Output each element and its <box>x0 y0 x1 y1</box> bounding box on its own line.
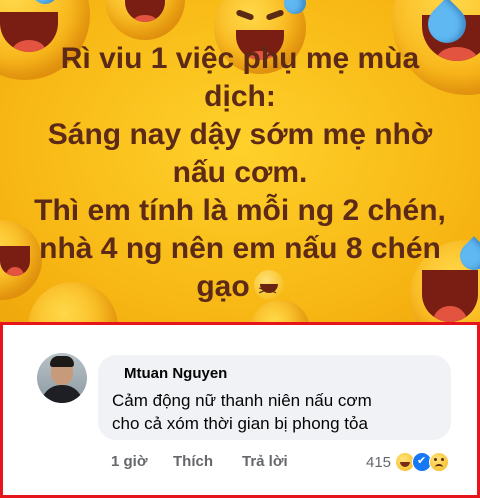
caption-line: dịch: <box>204 80 276 113</box>
comment-text-line: cho cả xóm thời gian bị phong tỏa <box>112 414 368 433</box>
reaction-summary[interactable]: 415 <box>366 451 450 473</box>
caption-line: nhà 4 ng nên em nấu 8 chén <box>39 232 441 265</box>
caption-last-line: gạo <box>30 268 450 310</box>
comment-highlight-frame: Mtuan Nguyen Cảm động nữ thanh niên nấu … <box>0 322 480 498</box>
caption-line: Sáng nay dậy sớm mẹ nhờ <box>47 118 433 151</box>
comment-text: Cảm động nữ thanh niên nấu cơm cho cả xó… <box>112 389 442 435</box>
avatar[interactable] <box>37 353 87 403</box>
caption-line: gạo <box>196 270 250 303</box>
caption-line: Rì viu 1 việc phụ mẹ mùa <box>60 42 420 75</box>
reaction-count: 415 <box>366 453 392 471</box>
comment-timestamp[interactable]: 1 giờ <box>111 453 148 470</box>
laughing-face-icon <box>253 270 284 310</box>
caption-line: Thì em tính là mỗi ng 2 chén, <box>34 194 446 227</box>
reply-button[interactable]: Trả lời <box>242 453 288 470</box>
laughing-emoji-top-center-icon <box>105 0 185 40</box>
sad-reaction-icon <box>429 452 450 472</box>
comment-bubble[interactable]: Mtuan Nguyen Cảm động nữ thanh niên nấu … <box>98 355 451 440</box>
post-image[interactable]: Rì viu 1 việc phụ mẹ mùa dịch: Sáng nay … <box>0 0 480 322</box>
comment-text-line: Cảm động nữ thanh niên nấu cơm <box>112 391 372 410</box>
like-button[interactable]: Thích <box>173 453 213 470</box>
post-caption: Rì viu 1 việc phụ mẹ mùa dịch: Sáng nay … <box>30 40 450 310</box>
caption-line: nấu cơm. <box>172 156 308 189</box>
commenter-name[interactable]: Mtuan Nguyen <box>124 365 227 382</box>
